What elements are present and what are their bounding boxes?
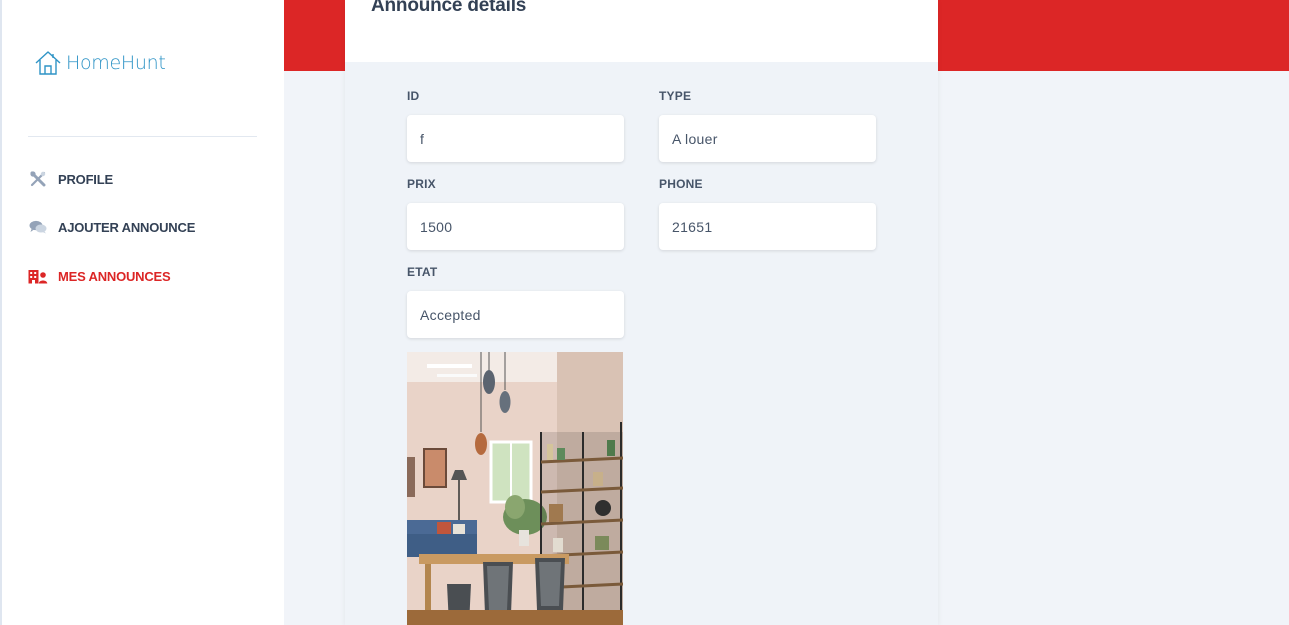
phone-label: PHONE: [659, 177, 703, 191]
house-icon: [35, 51, 61, 75]
id-label: ID: [407, 89, 420, 103]
card-header: Announce details: [345, 0, 938, 62]
sidebar-item-label: MES ANNOUNCES: [58, 268, 171, 284]
sidebar-item-label: PROFILE: [58, 171, 113, 187]
type-label: TYPE: [659, 89, 692, 103]
sidebar-item-profile[interactable]: PROFILE: [28, 171, 113, 187]
comments-icon: [28, 219, 48, 235]
sidebar-divider: [28, 136, 257, 137]
sidebar-item-ajouter-announce[interactable]: AJOUTER ANNOUNCE: [28, 219, 195, 235]
prix-field[interactable]: 1500: [407, 203, 624, 250]
tools-icon: [28, 171, 48, 187]
type-field[interactable]: A louer: [659, 115, 876, 162]
prix-label: PRIX: [407, 177, 436, 191]
brand-name: HomeHunt: [66, 52, 166, 74]
brand-logo[interactable]: HomeHunt: [34, 50, 166, 76]
sidebar-item-mes-announces[interactable]: MES ANNOUNCES: [28, 268, 171, 284]
sidebar-item-label: AJOUTER ANNOUNCE: [58, 219, 196, 235]
etat-field[interactable]: Accepted: [407, 291, 624, 338]
phone-field[interactable]: 21651: [659, 203, 876, 250]
etat-label: ETAT: [407, 265, 438, 279]
id-field[interactable]: f: [407, 115, 624, 162]
announce-details-card: Announce details ID f TYPE A louer PRIX …: [345, 0, 938, 625]
card-title: Announce details: [371, 0, 527, 16]
sidebar: HomeHunt PROFILE AJOUTER ANNOUNCE MES AN…: [2, 0, 284, 625]
building-user-icon: [28, 268, 48, 284]
living-room-photo: [407, 352, 623, 625]
